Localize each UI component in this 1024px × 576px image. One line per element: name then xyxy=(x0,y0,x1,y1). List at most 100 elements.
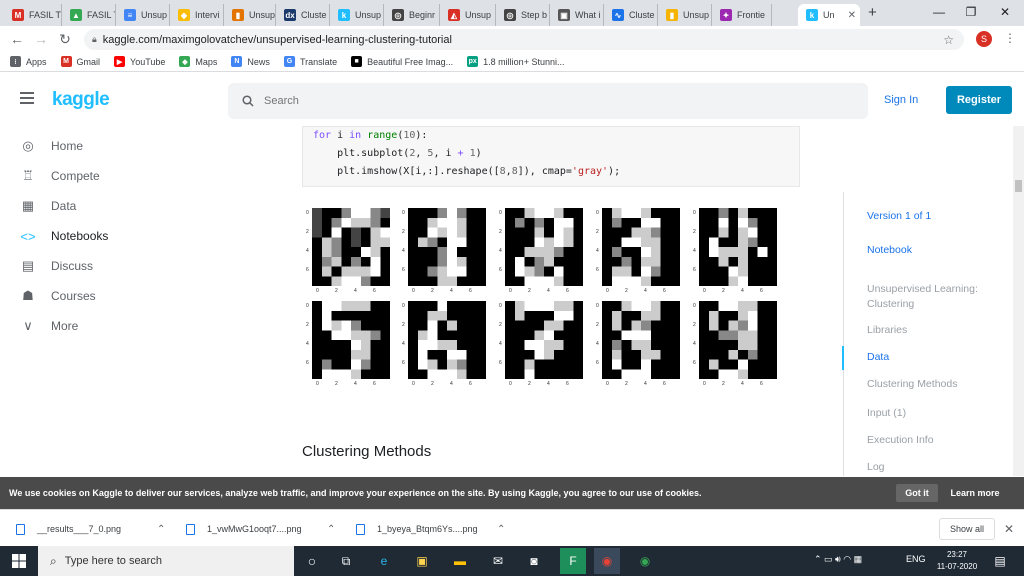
download-item[interactable]: 1_vwMwG1ooqt7....png ⌃ xyxy=(186,520,335,538)
browser-menu-icon[interactable]: ⋮ xyxy=(1004,31,1016,45)
file-explorer-icon[interactable]: ▬ xyxy=(450,551,470,571)
nav-item-compete[interactable]: ♖ Compete xyxy=(20,166,100,186)
nav-item-data[interactable]: ▦ Data xyxy=(20,196,77,216)
forward-icon[interactable]: → xyxy=(32,30,50,48)
clock[interactable]: 23:27 11-07-2020 xyxy=(932,549,982,573)
nav-item-courses[interactable]: ☗ Courses xyxy=(20,286,96,306)
x-tick-label: 4 xyxy=(644,288,647,294)
taskbar-search[interactable]: ⌕ Type here to search xyxy=(38,546,294,576)
toc-item[interactable]: Execution Info xyxy=(867,434,934,446)
browser-tab[interactable]: ✦ Frontie xyxy=(712,4,772,26)
toc-item[interactable]: Notebook xyxy=(867,244,912,256)
x-tick-label: 2 xyxy=(431,381,434,387)
restore-button[interactable]: ❐ xyxy=(956,2,986,22)
toc-item[interactable]: Unsupervised Learning: Clustering xyxy=(867,282,997,312)
nav-item-notebooks[interactable]: <> Notebooks xyxy=(20,226,108,246)
toc-item[interactable]: Input (1) xyxy=(867,407,906,419)
nav-item-more[interactable]: ∨ More xyxy=(20,316,78,336)
chrome-icon[interactable]: ◉ xyxy=(594,548,620,574)
browser-tab[interactable]: ▮ Unsup xyxy=(224,4,276,26)
y-tick-label: 0 xyxy=(499,303,502,309)
browser-tab[interactable]: ◭ Unsup xyxy=(440,4,496,26)
clock-time: 23:27 xyxy=(946,550,968,559)
browser-tab[interactable]: ≡ Unsup xyxy=(116,4,170,26)
tab-label: What i xyxy=(575,10,601,20)
browser-tab[interactable]: dx Cluste xyxy=(276,4,330,26)
x-tick-label: 2 xyxy=(722,381,725,387)
reload-icon[interactable]: ↻ xyxy=(56,30,74,48)
browser-tab[interactable]: ◆ Intervi xyxy=(170,4,224,26)
bookmark-item[interactable]: ◆ Maps xyxy=(179,56,217,67)
x-tick-label: 4 xyxy=(741,381,744,387)
search-input[interactable] xyxy=(264,95,824,107)
bookmark-item[interactable]: ⁝ Apps xyxy=(10,56,47,67)
browser-tab[interactable]: ◎ Beginr xyxy=(384,4,440,26)
scrollbar-thumb[interactable] xyxy=(1015,180,1022,192)
browser-tab[interactable]: ∿ Cluste xyxy=(604,4,658,26)
chevron-up-icon[interactable]: ⌃ xyxy=(157,524,165,535)
got-it-button[interactable]: Got it xyxy=(896,484,938,502)
cortana-icon[interactable]: ○ xyxy=(302,551,322,571)
chrome-profile-icon[interactable]: ◉ xyxy=(632,548,658,574)
nav-item-discuss[interactable]: ▤ Discuss xyxy=(20,256,93,276)
store-icon[interactable]: ▣ xyxy=(412,551,432,571)
toc-item[interactable]: Clustering Methods xyxy=(867,378,957,390)
show-all-downloads-button[interactable]: Show all xyxy=(939,518,995,540)
camera-icon[interactable]: ◙ xyxy=(524,551,544,571)
y-tick-label: 2 xyxy=(693,322,696,328)
bookmark-item[interactable]: ▶ YouTube xyxy=(114,56,165,67)
toc-item[interactable]: Libraries xyxy=(867,324,907,336)
nav-item-home[interactable]: ◎ Home xyxy=(20,136,83,156)
x-tick-label: 0 xyxy=(509,288,512,294)
close-window-button[interactable]: ✕ xyxy=(990,2,1020,22)
toc-item[interactable]: Log xyxy=(867,461,885,473)
edge-icon[interactable]: e xyxy=(374,551,394,571)
page-scrollbar[interactable] xyxy=(1013,126,1024,476)
hamburger-menu-icon[interactable] xyxy=(20,92,34,104)
browser-tab[interactable]: k Unsup xyxy=(330,4,384,26)
bookmark-item[interactable]: ■ Beautiful Free Imag... xyxy=(351,56,453,67)
close-downloads-icon[interactable]: ✕ xyxy=(1004,522,1014,536)
minimize-button[interactable]: — xyxy=(924,2,954,22)
browser-tab[interactable]: ◎ Step b xyxy=(496,4,550,26)
download-item[interactable]: __results___7_0.png ⌃ xyxy=(16,520,165,538)
toc-item[interactable]: Data xyxy=(867,351,889,363)
mail-icon[interactable]: ✉ xyxy=(488,551,508,571)
notification-icon[interactable]: ▤ xyxy=(990,551,1010,571)
app-icon[interactable]: F xyxy=(560,548,586,574)
register-button[interactable]: Register xyxy=(946,86,1012,114)
bookmark-item[interactable]: px 1.8 million+ Stunni... xyxy=(467,56,564,67)
browser-tab[interactable]: k Un ✕ xyxy=(798,4,860,26)
browser-tab[interactable]: ▲ FASIL T xyxy=(62,4,116,26)
bookmark-item[interactable]: N News xyxy=(231,56,270,67)
x-tick-label: 4 xyxy=(547,288,550,294)
chevron-up-icon[interactable]: ⌃ xyxy=(497,524,505,535)
close-tab-icon[interactable]: ✕ xyxy=(844,10,856,21)
windows-start-icon[interactable] xyxy=(0,546,38,576)
search-box[interactable] xyxy=(228,83,868,119)
kaggle-logo[interactable]: kaggle xyxy=(52,89,110,111)
learn-more-link[interactable]: Learn more xyxy=(944,484,1006,502)
back-icon[interactable]: ← xyxy=(8,30,26,48)
new-tab-button[interactable]: + xyxy=(868,4,877,21)
browser-tab[interactable]: M FASIL T xyxy=(4,4,62,26)
browser-tab[interactable]: ▣ What i xyxy=(550,4,604,26)
bookmark-item[interactable]: G Translate xyxy=(283,56,337,67)
tab-favicon-icon: ▣ xyxy=(558,9,570,21)
lock-icon: 🔒︎ xyxy=(92,34,97,44)
sign-in-link[interactable]: Sign In xyxy=(884,94,918,106)
tab-label: Beginr xyxy=(409,10,436,20)
bookmark-item[interactable]: M Gmail xyxy=(60,56,100,67)
profile-avatar[interactable]: S xyxy=(976,31,992,47)
language-indicator[interactable]: ENG xyxy=(906,554,926,564)
download-item[interactable]: 1_byeya_Btqm6Ys....png ⌃ xyxy=(356,520,505,538)
x-tick-label: 2 xyxy=(528,381,531,387)
address-bar[interactable]: 🔒︎ kaggle.com/maximgolovatchev/unsupervi… xyxy=(84,29,964,50)
toc-item[interactable]: Version 1 of 1 xyxy=(867,210,931,222)
browser-tab[interactable]: ▮ Unsup xyxy=(658,4,712,26)
task-view-icon[interactable]: ⧉ xyxy=(336,551,356,571)
chevron-up-icon[interactable]: ⌃ xyxy=(327,524,335,535)
tray-icons[interactable]: ⌃ ▭ 🔊︎ ◠ ▦ xyxy=(814,554,862,565)
star-icon[interactable]: ☆ xyxy=(943,33,954,47)
digit-image xyxy=(699,301,777,379)
